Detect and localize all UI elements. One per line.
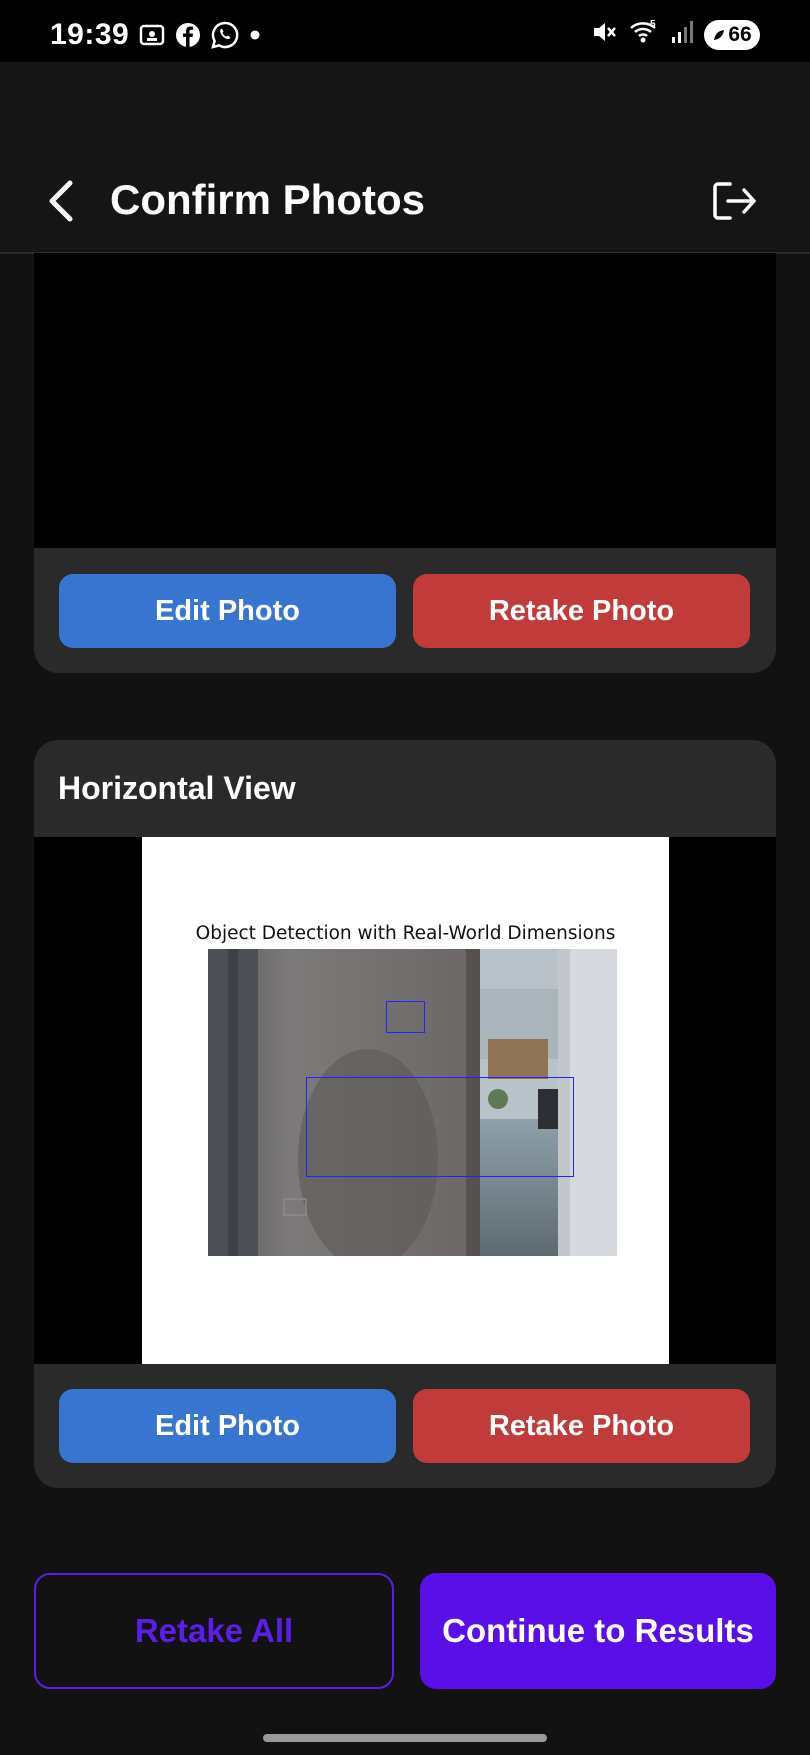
screenshot-icon xyxy=(138,21,166,54)
photo-preview-1 xyxy=(34,253,776,548)
retake-all-button[interactable]: Retake All xyxy=(34,1573,394,1689)
edit-photo-button[interactable]: Edit Photo xyxy=(59,1389,396,1463)
status-time: 19:39 xyxy=(50,18,130,51)
retake-photo-button[interactable]: Retake Photo xyxy=(413,574,750,648)
status-bar: 19:39 5 66 xyxy=(0,0,810,62)
dot-icon xyxy=(248,28,262,47)
edit-photo-button[interactable]: Edit Photo xyxy=(59,574,396,648)
battery-icon: 66 xyxy=(704,19,760,50)
whatsapp-icon xyxy=(210,20,240,55)
detection-result-image: Object Detection with Real-World Dimensi… xyxy=(142,837,669,1364)
detection-box-large xyxy=(306,1077,574,1177)
photo-card-horizontal-actions: Edit Photo Retake Photo xyxy=(59,1389,750,1463)
logout-icon xyxy=(713,182,756,220)
page-title: Confirm Photos xyxy=(110,176,425,223)
logout-button[interactable] xyxy=(710,178,758,224)
home-indicator[interactable] xyxy=(263,1734,547,1742)
app-header xyxy=(0,62,810,254)
network-type-label: 5 xyxy=(650,19,656,30)
continue-to-results-button[interactable]: Continue to Results xyxy=(420,1573,776,1689)
status-right-icons: 5 66 xyxy=(590,18,760,51)
detection-box-small xyxy=(386,1001,425,1033)
photo-card-1: Edit Photo Retake Photo xyxy=(34,253,776,673)
signal-icon xyxy=(670,19,694,50)
detection-image-title: Object Detection with Real-World Dimensi… xyxy=(195,923,616,944)
status-left-icons xyxy=(138,20,262,55)
battery-level: 66 xyxy=(728,22,752,46)
wifi-icon: 5 xyxy=(628,18,660,51)
card-title: Horizontal View xyxy=(58,770,296,806)
photo-preview-horizontal: Object Detection with Real-World Dimensi… xyxy=(34,837,776,1364)
mute-icon xyxy=(590,18,618,51)
room-photo xyxy=(208,949,617,1256)
photo-card-1-actions: Edit Photo Retake Photo xyxy=(59,574,750,648)
photo-card-horizontal: Horizontal View Object Detection with Re… xyxy=(34,740,776,1488)
facebook-icon xyxy=(174,21,202,54)
back-button[interactable] xyxy=(44,178,84,234)
retake-photo-button[interactable]: Retake Photo xyxy=(413,1389,750,1463)
chevron-left-icon xyxy=(49,180,73,222)
